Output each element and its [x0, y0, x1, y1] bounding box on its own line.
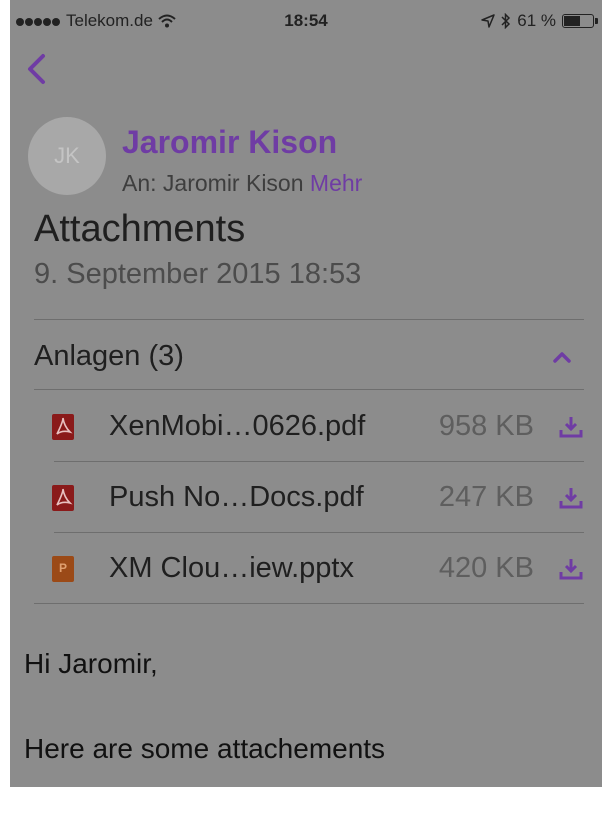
status-right: 61 %	[481, 11, 598, 31]
attachment-size: 420 KB	[438, 552, 534, 584]
attachment-row[interactable]: Push No…Docs.pdf 247 KB	[34, 463, 584, 533]
pdf-file-icon	[52, 414, 74, 440]
battery-level	[564, 16, 580, 26]
recipient-line: An: Jaromir Kison Mehr	[122, 170, 362, 197]
battery-icon	[562, 14, 598, 28]
bluetooth-icon	[501, 13, 511, 29]
avatar[interactable]: JK	[28, 117, 106, 195]
download-icon	[559, 488, 583, 509]
download-icon	[559, 417, 583, 438]
location-arrow-icon	[481, 14, 495, 28]
attachments-header[interactable]: Anlagen (3)	[34, 340, 184, 373]
download-button[interactable]	[558, 414, 584, 440]
message-body-text: Here are some attachements	[24, 733, 386, 764]
back-button[interactable]	[24, 50, 50, 90]
attachment-name: Push No…Docs.pdf	[109, 481, 364, 513]
download-icon	[559, 559, 583, 580]
chevron-up-icon	[553, 352, 571, 363]
more-link[interactable]: Mehr	[310, 170, 362, 196]
attachment-name: XenMobi…0626.pdf	[109, 410, 366, 442]
divider	[34, 603, 584, 604]
attachment-row[interactable]: P XM Clou…iew.pptx 420 KB	[34, 534, 584, 604]
message-body-greeting: Hi Jaromir,	[24, 648, 158, 679]
download-button[interactable]	[558, 485, 584, 511]
attachment-size: 958 KB	[438, 410, 534, 442]
mail-screen: Telekom.de 18:54 61 % JK Jaromir Kison A…	[10, 0, 602, 787]
chevron-left-icon	[28, 54, 45, 84]
divider	[54, 532, 584, 533]
avatar-initials: JK	[54, 143, 80, 168]
download-button[interactable]	[558, 556, 584, 582]
pdf-file-icon	[52, 485, 74, 511]
message-subject: Attachments	[34, 208, 246, 250]
status-bar: Telekom.de 18:54 61 %	[10, 0, 602, 40]
attachment-name: XM Clou…iew.pptx	[109, 552, 354, 584]
message-date: 9. September 2015 18:53	[34, 258, 362, 290]
battery-percent: 61 %	[517, 11, 556, 30]
collapse-attachments-button[interactable]	[547, 344, 577, 370]
sender-name[interactable]: Jaromir Kison	[122, 124, 337, 161]
attachment-row[interactable]: XenMobi…0626.pdf 958 KB	[34, 392, 584, 462]
attachment-size: 247 KB	[438, 481, 534, 513]
divider	[54, 461, 584, 462]
pptx-file-icon: P	[52, 556, 74, 582]
divider	[34, 319, 584, 320]
divider	[34, 389, 584, 390]
recipient-text: An: Jaromir Kison	[122, 170, 304, 196]
